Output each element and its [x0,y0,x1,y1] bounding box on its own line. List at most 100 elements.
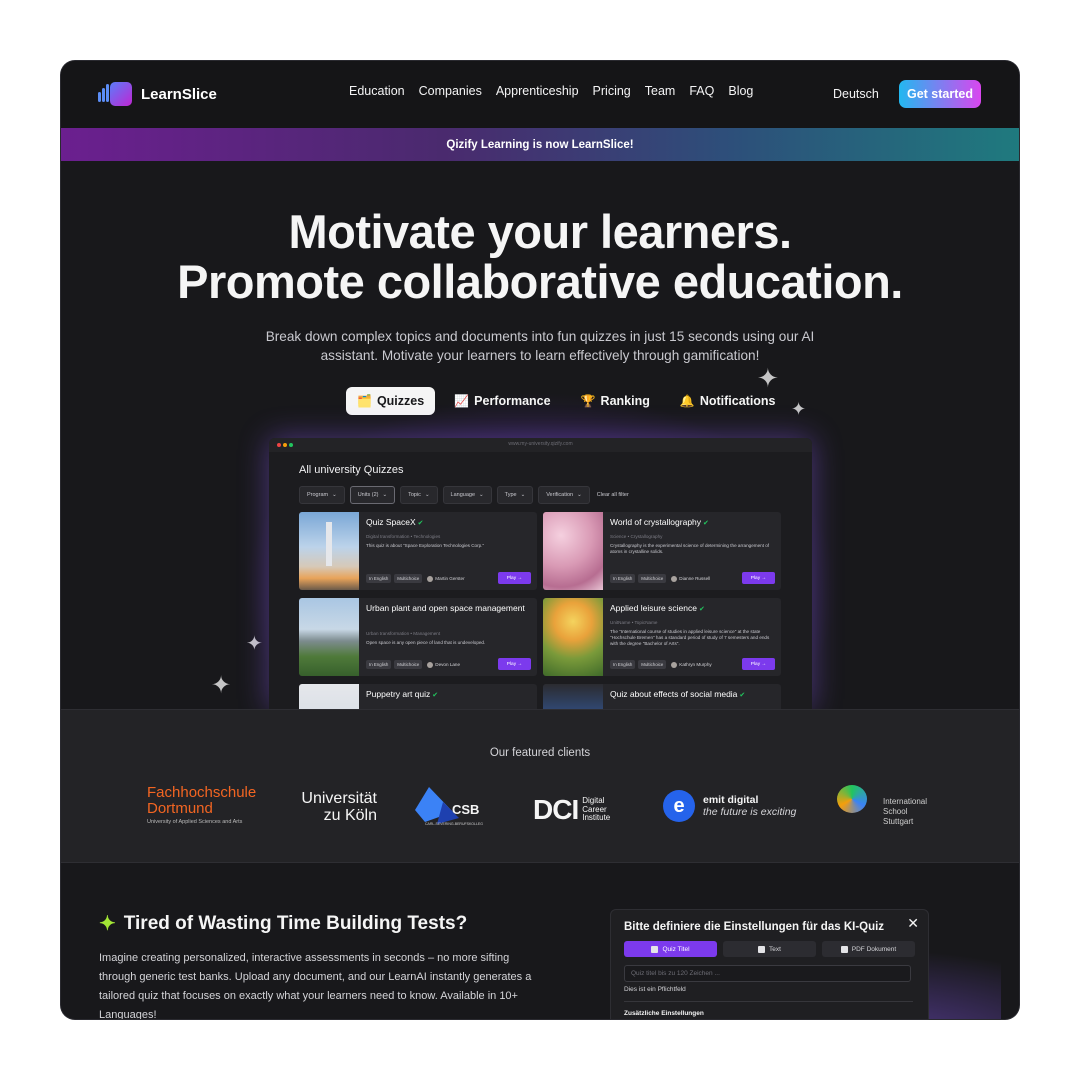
filter-label: Topic [408,492,421,498]
tab-label: PDF Dokument [851,945,897,953]
filter-language[interactable]: Language ⌄ [442,486,492,504]
author: Devon Lane [427,661,460,668]
nav-link-apprenticeship[interactable]: Apprenticeship [496,84,579,98]
filter-verification[interactable]: Verification ⌄ [538,486,590,504]
client-logo-dci: DCI Digital Career Institute [533,796,610,824]
nav-link-faq[interactable]: FAQ [689,84,714,98]
quiz-thumbnail-phone [543,684,603,709]
verified-icon: ✔ [703,520,709,527]
quiz-card[interactable]: Quiz about effects of social media ✔ [543,684,781,709]
hero-title-line-2: Promote collaborative education. [177,255,903,308]
filter-label: Units (2) [357,492,379,498]
quiz-card[interactable]: Urban plant and open space management Ur… [299,598,537,676]
filter-label: Verification [546,492,574,498]
author: Kathryn Murphy [671,661,712,668]
avatar [427,575,434,582]
play-button[interactable]: Play → [742,658,775,670]
filter-type[interactable]: Type ⌄ [496,486,534,504]
quiz-title: Quiz about effects of social media ✔ [610,689,746,699]
tab-label: Notifications [699,394,776,408]
tab-label: Ranking [600,394,650,408]
quiz-card[interactable]: World of crystallography ✔ Science • Crys… [543,512,781,590]
quiz-title: Quiz SpaceX ✔ [366,517,424,527]
play-button[interactable]: Play → [498,572,531,584]
hero-subtitle: Break down complex topics and documents … [265,329,815,363]
emit-logo-icon: e [663,790,695,822]
quizzes-title: All university Quizzes [299,464,404,476]
quiz-title: Urban plant and open space management [366,603,525,613]
avatar [671,575,678,582]
quiz-thumbnail-city [299,598,359,676]
author: Martin Gerster [427,575,465,582]
clear-filters-link[interactable]: Clear all filter [597,492,629,498]
language-chip: In English [366,574,392,583]
play-button[interactable]: Play → [498,658,531,670]
pdf-icon [840,945,848,953]
quiz-card[interactable]: Applied leisure science ✔ UnitName • Topi… [543,598,781,676]
logo-text: DCI [533,794,579,825]
source-tabs: Quiz Titel Text PDF Dokument [624,941,915,957]
quiz-description: The "International course of studies in … [610,629,770,646]
sparkle-icon: ✦ [211,672,232,699]
bell-icon: 🔔 [679,394,695,408]
window-url: www.my-university.qizify.com [508,441,573,447]
language-chip: In English [366,660,392,669]
get-started-button[interactable]: Get started [899,80,981,108]
quiz-footer: In English Multichoice Kathryn Murphy [610,660,712,669]
filter-topic[interactable]: Topic ⌄ [400,486,438,504]
logo-text: International [883,797,928,806]
brand-logo[interactable]: LearnSlice [98,82,217,106]
type-chip: Multichoice [394,574,423,583]
play-button[interactable]: Play → [742,572,775,584]
logo-text: School [883,807,908,816]
tab-pdf[interactable]: PDF Dokument [822,941,915,957]
quiz-thumbnail-crystals [543,512,603,590]
filter-bar: Program ⌄ Units (2) ⌄ Topic ⌄ Language ⌄ Typ… [299,486,629,504]
chevron-down-icon: ⌄ [479,492,484,498]
sparkle-icon: ✦ [791,399,807,419]
hero-title: Motivate your learners. Promote collabor… [61,207,1019,307]
quiz-card[interactable]: Quiz SpaceX ✔ Digital transformation • Te… [299,512,537,590]
close-icon[interactable]: ✕ [907,915,919,932]
tab-label: Performance [474,394,551,408]
quiz-meta: Urban transformation • Management [366,631,441,636]
tab-ranking[interactable]: 🏆 Ranking [570,387,661,415]
tab-label: Text [769,945,781,953]
nav-link-education[interactable]: Education [349,84,405,98]
quiz-title-input[interactable]: Quiz titel bis zu 120 Zeichen ... [624,965,911,982]
tab-text[interactable]: Text [723,941,816,957]
nav-link-team[interactable]: Team [645,84,676,98]
feature-body: Imagine creating personalized, interacti… [99,952,532,1019]
chevron-down-icon: ⌄ [424,492,430,498]
tab-quizzes[interactable]: 🗂️ Quizzes [346,387,436,415]
main-menu: Education Companies Apprenticeship Prici… [349,84,753,98]
additional-settings-heading: Zusätzliche Einstellungen [624,1010,704,1017]
globe-icon [837,785,867,813]
filter-program[interactable]: Program ⌄ [299,486,345,504]
tab-performance[interactable]: 📈 Performance [443,387,561,415]
type-chip: Multichoice [638,660,667,669]
quiz-meta: Digital transformation • Technologies [366,534,441,539]
chevron-down-icon: ⌄ [520,492,526,498]
language-switch[interactable]: Deutsch [833,87,879,101]
clients-heading: Our featured clients [489,747,591,759]
nav-link-blog[interactable]: Blog [728,84,753,98]
language-chip: In English [610,660,636,669]
quiz-card[interactable]: Puppetry art quiz ✔ [299,684,537,709]
divider [624,1001,913,1002]
logo-text: the future is exciting [703,806,797,818]
chevron-down-icon: ⌄ [577,492,582,498]
logo-text: Institute [582,813,611,822]
nav-link-companies[interactable]: Companies [419,84,482,98]
logo-text: Stuttgart [883,817,914,826]
tab-quiz-title[interactable]: Quiz Titel [624,941,717,957]
logo-text: University of Applied Sciences and Arts [147,819,243,825]
avatar [671,661,678,668]
nav-link-pricing[interactable]: Pricing [593,84,631,98]
filter-units[interactable]: Units (2) ⌄ [349,486,396,504]
quiz-description: Open space is any open piece of land tha… [366,640,486,645]
quiz-meta: UnitName • TopicName [610,620,658,625]
text-icon [651,945,659,953]
chart-icon: 📈 [454,394,470,408]
quiz-footer: In English Multichoice Martin Gerster [366,574,465,583]
